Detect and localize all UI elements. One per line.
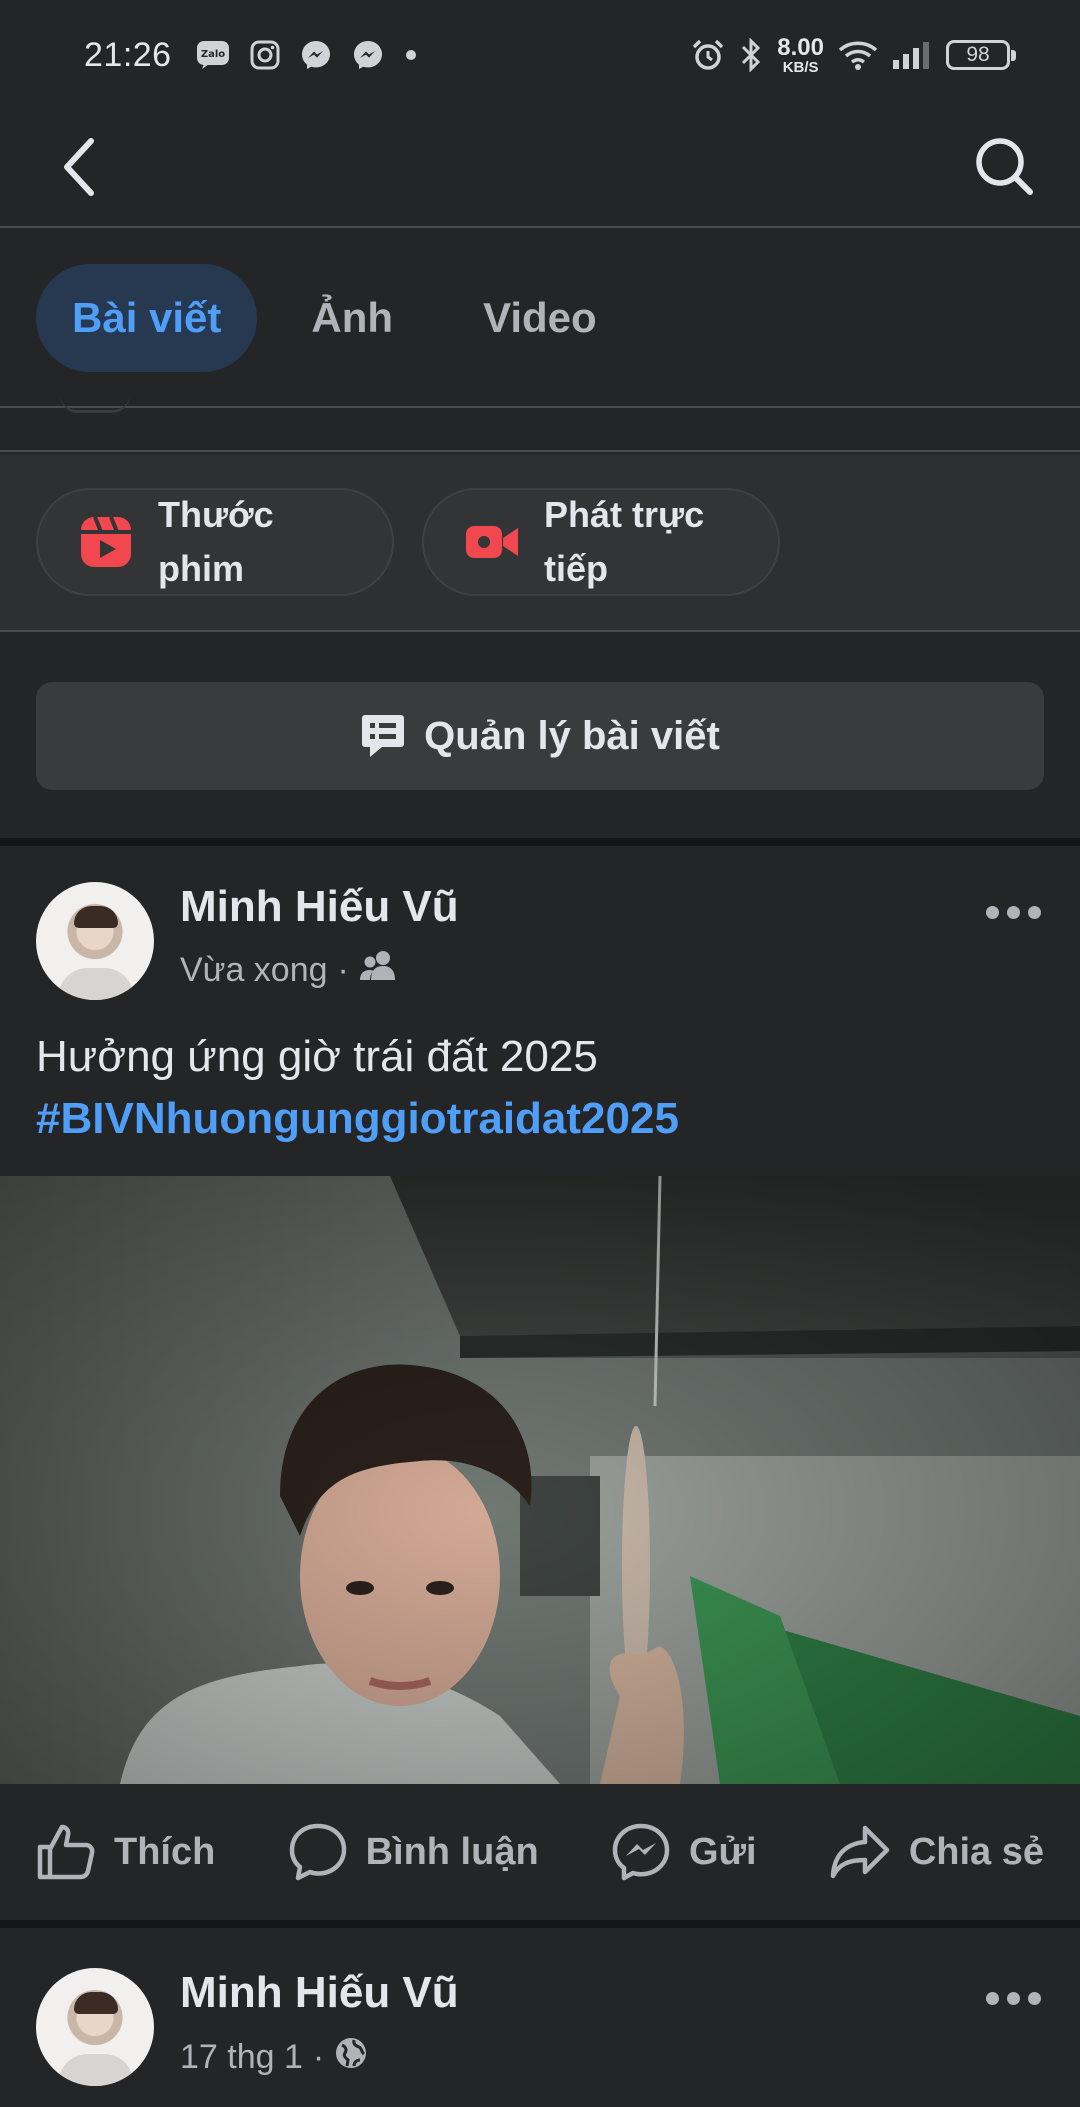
section-divider (0, 838, 1080, 846)
status-bar: 21:26 Zalo 8.00 KB/S 98 (0, 0, 1080, 110)
chevron-left-icon (64, 138, 94, 196)
composer-strip (0, 410, 1080, 452)
manage-posts-button[interactable]: Quản lý bài viết (36, 682, 1044, 790)
comment-label: Bình luận (365, 1830, 539, 1873)
svg-text:Zalo: Zalo (200, 49, 224, 60)
instagram-icon (250, 40, 280, 70)
post-author-name[interactable]: Minh Hiếu Vũ (180, 1968, 459, 2018)
post-header: Minh Hiếu Vũ 17 thg 1 · (0, 1968, 1080, 2098)
system-icons: 8.00 KB/S 98 (691, 33, 1016, 76)
send-button[interactable]: Gửi (611, 1822, 757, 1882)
manage-posts-label: Quản lý bài viết (424, 713, 720, 758)
meta-separator: · (337, 951, 349, 989)
share-button[interactable]: Chia sẻ (829, 1824, 1044, 1880)
live-label-line1: Phát trực (544, 494, 705, 535)
wifi-icon (838, 39, 878, 71)
network-speed: 8.00 KB/S (777, 33, 824, 76)
zalo-icon: Zalo (196, 40, 230, 70)
signal-icon (892, 40, 932, 70)
avatar[interactable] (36, 1968, 154, 2086)
reels-icon (76, 512, 136, 572)
live-video-icon (462, 512, 522, 572)
tab-photos[interactable]: Ảnh (275, 264, 429, 372)
comment-button[interactable]: Bình luận (288, 1822, 539, 1882)
post-header: Minh Hiếu Vũ Vừa xong · (0, 882, 1080, 1012)
friends-icon (359, 950, 397, 991)
messenger-icon (612, 1823, 670, 1881)
live-label-line2: tiếp (544, 548, 609, 589)
like-label: Thích (114, 1830, 216, 1873)
alarm-icon (691, 38, 725, 72)
post-more-button[interactable] (978, 1976, 1048, 2020)
post-caption: Hưởng ứng giờ trái đất 2025 (36, 1032, 598, 1081)
reels-label-line1: Thước (158, 494, 274, 535)
tab-posts[interactable]: Bài viết (36, 264, 258, 372)
reels-label-line2: phim (158, 548, 244, 589)
search-button[interactable] (968, 130, 1040, 202)
avatar[interactable] (36, 882, 154, 1000)
notification-icons: Zalo (196, 39, 418, 71)
post-action-bar: Thích Bình luận Gửi Chia sẻ (0, 1784, 1080, 1920)
comment-icon (289, 1823, 346, 1881)
send-label: Gửi (688, 1830, 757, 1873)
post-meta: 17 thg 1 · (180, 2036, 368, 2079)
reels-button[interactable]: Thước phim (36, 488, 394, 596)
dot-icon (404, 48, 418, 62)
like-button[interactable]: Thích (36, 1823, 215, 1881)
profile-tabs: Bài viết Ảnh Video (0, 230, 1080, 408)
live-button[interactable]: Phát trực tiếp (422, 488, 780, 596)
post-meta: Vừa xong · (180, 950, 397, 991)
messenger-icon (300, 39, 332, 71)
post-hashtag[interactable]: #BIVNhuongunggiotraidat2025 (36, 1088, 679, 1150)
create-actions-row: Thước phim Phát trực tiếp (0, 454, 1080, 632)
back-button[interactable] (48, 132, 110, 202)
share-label: Chia sẻ (908, 1830, 1044, 1873)
bluetooth-icon (739, 38, 763, 72)
top-nav (0, 110, 1080, 228)
search-icon (976, 138, 1033, 195)
meta-separator: · (312, 2038, 325, 2076)
globe-icon (334, 2036, 368, 2079)
tab-videos[interactable]: Video (447, 264, 633, 372)
manage-posts-icon (362, 715, 405, 757)
status-time: 21:26 (84, 35, 172, 74)
post-time[interactable]: 17 thg 1 (180, 2038, 303, 2077)
share-icon (830, 1825, 890, 1879)
post-text: Hưởng ứng giờ trái đất 2025 #BIVNhuongun… (36, 1026, 679, 1150)
battery-icon: 98 (946, 40, 1016, 70)
post-photo[interactable] (0, 1176, 1080, 1784)
post-more-button[interactable] (978, 890, 1048, 934)
selfie-photo (0, 1176, 1080, 1784)
messenger-icon (352, 39, 384, 71)
like-icon (37, 1824, 95, 1880)
post-time[interactable]: Vừa xong (180, 951, 328, 990)
post-divider (0, 1920, 1080, 1928)
manage-posts-section: Quản lý bài viết (0, 634, 1080, 838)
post-author-name[interactable]: Minh Hiếu Vũ (180, 882, 459, 932)
